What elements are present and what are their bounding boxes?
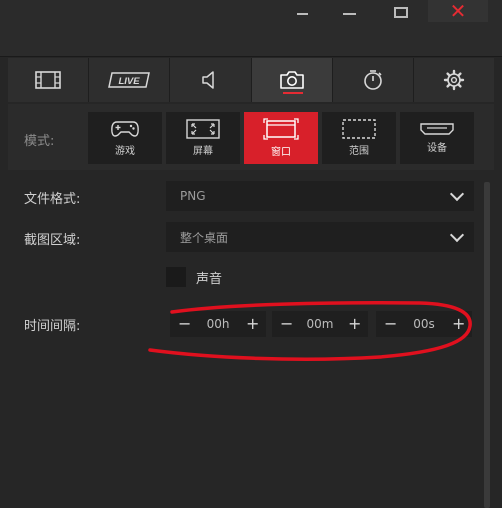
file-format-select[interactable]: PNG [166, 181, 474, 211]
title-bar: ✕ [0, 0, 502, 57]
hours-value[interactable]: 00h [190, 317, 246, 331]
gamepad-icon [111, 121, 139, 137]
tab-screenshot[interactable] [251, 58, 333, 102]
mode-window-label: 窗口 [271, 147, 291, 158]
hours-decrement-button[interactable]: − [178, 316, 191, 332]
file-format-label: 文件格式: [24, 192, 81, 207]
screenshot-settings-panel: 文件格式: PNG 截图区域: 整个桌面 声音 时间间隔: − 00h + − … [8, 172, 494, 508]
timer-icon [363, 70, 382, 90]
mode-region-label: 范围 [349, 146, 369, 157]
maximize-icon [394, 6, 408, 18]
seconds-decrement-button[interactable]: − [384, 316, 397, 332]
film-icon [35, 71, 61, 89]
hours-increment-button[interactable]: + [246, 316, 259, 332]
minimize-to-tray-button[interactable] [292, 0, 312, 24]
minimize-button[interactable] [338, 0, 360, 24]
camera-icon [279, 71, 304, 89]
capture-area-value: 整个桌面 [180, 230, 229, 245]
interval-label: 时间间隔: [24, 319, 81, 334]
dash-icon [296, 13, 308, 15]
gear-icon [443, 69, 465, 91]
seconds-increment-button[interactable]: + [452, 316, 465, 332]
hours-stepper: − 00h + [170, 311, 266, 337]
close-button[interactable]: ✕ [428, 0, 488, 23]
mode-device-button[interactable]: 设备 [400, 112, 474, 164]
tab-settings[interactable] [413, 58, 495, 102]
capture-area-label: 截图区域: [24, 233, 81, 248]
maximize-button[interactable] [389, 0, 413, 24]
main-tab-bar: LIVE [8, 58, 495, 102]
seconds-value[interactable]: 00s [396, 317, 452, 331]
minutes-decrement-button[interactable]: − [280, 316, 293, 332]
mode-screen-button[interactable]: 屏幕 [166, 112, 240, 164]
audio-icon [202, 71, 215, 89]
tab-audio[interactable] [170, 58, 252, 102]
fullscreen-icon [186, 119, 220, 139]
sound-label: 声音 [196, 271, 223, 287]
mode-screen-label: 屏幕 [193, 146, 213, 157]
tab-live[interactable]: LIVE [89, 58, 171, 102]
sound-option: 声音 [166, 267, 222, 287]
live-icon: LIVE [108, 72, 151, 88]
mode-selector: 模式: 游戏 屏幕 窗口 范围 设备 [8, 104, 494, 170]
tab-timer[interactable] [332, 58, 414, 102]
chevron-down-icon [449, 186, 465, 202]
scrollbar[interactable] [484, 182, 490, 508]
file-format-value: PNG [180, 189, 206, 203]
mode-game-button[interactable]: 游戏 [88, 112, 162, 164]
chevron-down-icon [449, 227, 465, 243]
window-icon [263, 118, 299, 140]
minutes-increment-button[interactable]: + [348, 316, 361, 332]
mode-label: 模式: [24, 134, 55, 149]
mode-device-label: 设备 [427, 143, 447, 154]
minimize-icon [342, 13, 356, 15]
hdmi-icon [420, 123, 454, 135]
minutes-stepper: − 00m + [272, 311, 368, 337]
tab-video[interactable] [8, 58, 90, 102]
mode-region-button[interactable]: 范围 [322, 112, 396, 164]
minutes-value[interactable]: 00m [292, 317, 348, 331]
region-icon [342, 119, 376, 139]
mode-window-button[interactable]: 窗口 [244, 112, 318, 164]
mode-game-label: 游戏 [115, 146, 135, 157]
sound-checkbox[interactable] [166, 267, 186, 287]
live-label: LIVE [119, 76, 141, 87]
close-icon: ✕ [449, 0, 467, 23]
seconds-stepper: − 00s + [376, 311, 472, 337]
capture-area-select[interactable]: 整个桌面 [166, 222, 474, 252]
